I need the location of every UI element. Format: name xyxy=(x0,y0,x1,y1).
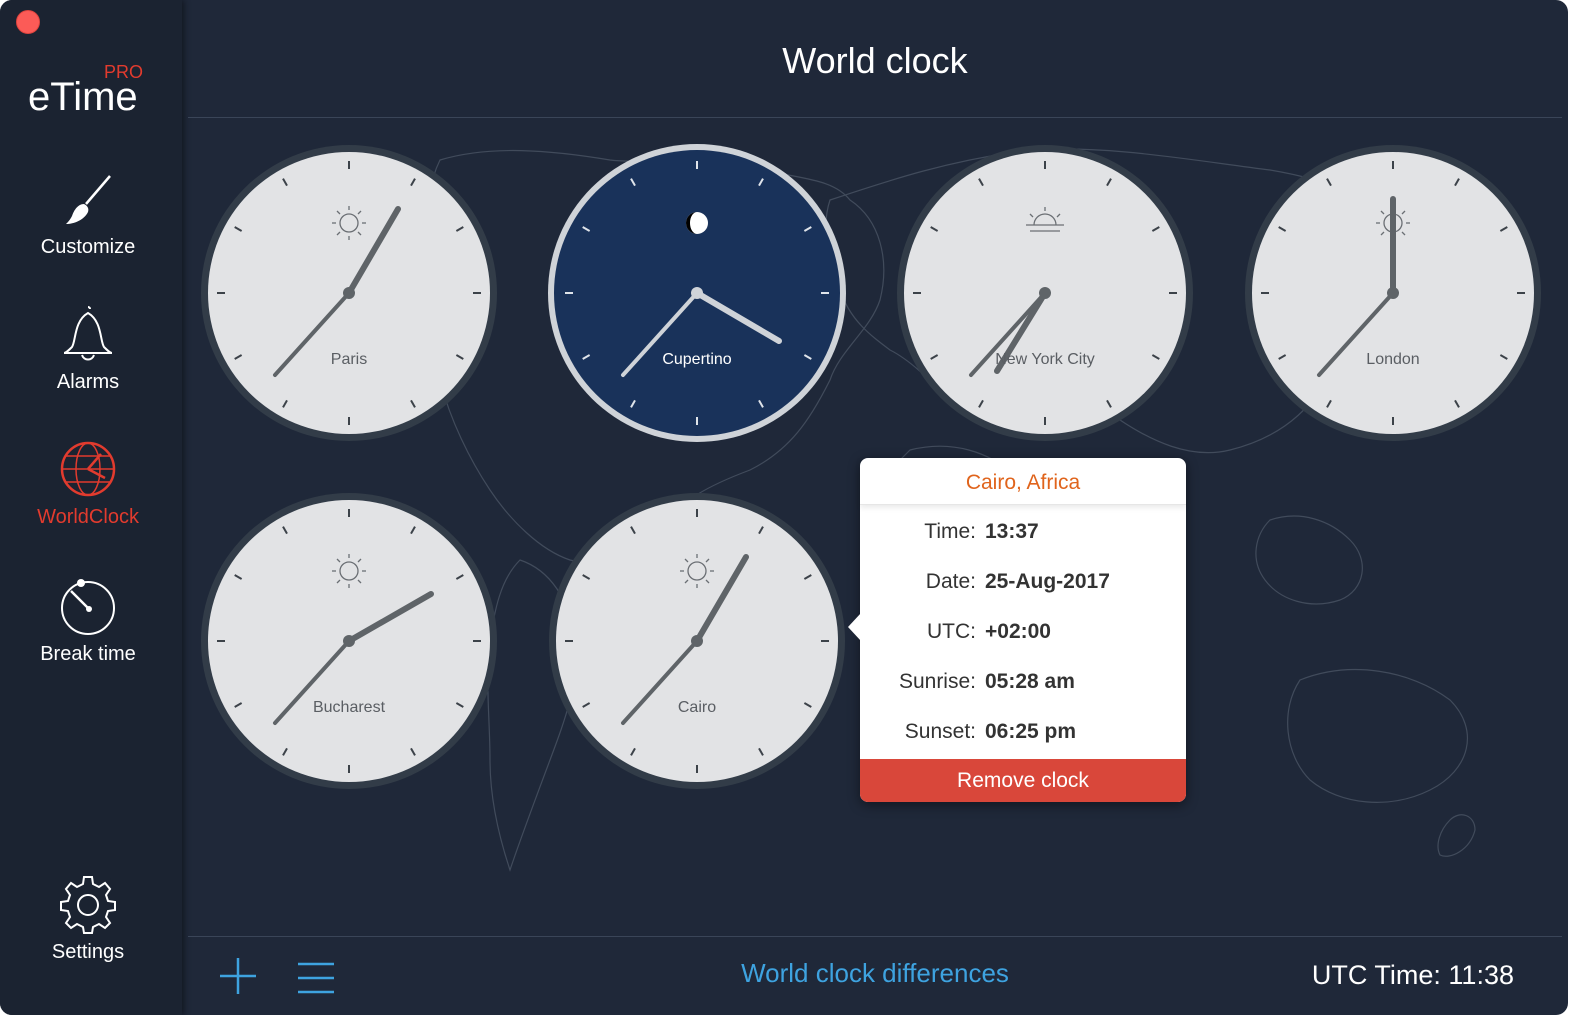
sidebar-item-label: Break time xyxy=(40,643,136,665)
popover-row-utc: UTC: +02:00 xyxy=(860,620,1186,650)
remove-clock-button[interactable]: Remove clock xyxy=(860,759,1186,802)
popover-value: 25-Aug-2017 xyxy=(985,570,1110,593)
popover-value: 05:28 am xyxy=(985,670,1075,693)
popover-key: Sunset: xyxy=(904,720,976,743)
popover-value: 13:37 xyxy=(985,520,1039,543)
clock-face xyxy=(897,145,1193,441)
sidebar-item-alarms[interactable]: Alarms xyxy=(0,303,176,394)
clock-face xyxy=(548,144,846,442)
sidebar-item-label: Settings xyxy=(51,941,125,963)
sidebar-item-label: Customize xyxy=(40,236,136,258)
clock-cupertino[interactable]: Cupertino xyxy=(547,143,847,443)
bell-icon xyxy=(63,306,113,361)
clock-info-popover: Cairo, Africa Time: 13:37 Date: 25-Aug-2… xyxy=(848,458,1186,802)
popover-row-date: Date: 25-Aug-2017 xyxy=(860,570,1186,600)
popover-row-sunset: Sunset: 06:25 pm xyxy=(860,720,1186,750)
clock-new-york-city[interactable]: New York City xyxy=(895,143,1195,443)
globe-clock-icon xyxy=(60,441,116,497)
sidebar: eTime PRO Customize Alarms WorldClock Br… xyxy=(0,0,182,1015)
window-close-button[interactable] xyxy=(16,10,40,34)
divider xyxy=(188,936,1562,937)
clock-city-label: Bucharest xyxy=(312,699,386,716)
clock-city-label: New York City xyxy=(995,351,1095,368)
sidebar-item-breaktime[interactable]: Break time xyxy=(0,575,176,666)
gear-icon xyxy=(60,876,116,934)
popover-key: Sunrise: xyxy=(898,670,976,693)
utc-time-readout: UTC Time: 11:38 xyxy=(1311,960,1514,990)
sidebar-item-label: WorldClock xyxy=(37,506,139,528)
clock-paris[interactable]: Paris xyxy=(199,143,499,443)
popover-row-sunrise: Sunrise: 05:28 am xyxy=(860,670,1186,700)
clock-cairo[interactable]: Cairo xyxy=(547,491,847,791)
clock-city-label: London xyxy=(1366,351,1420,368)
clock-face xyxy=(201,145,497,441)
sidebar-item-worldclock[interactable]: WorldClock xyxy=(0,438,176,529)
popover-key: Time: xyxy=(924,520,976,543)
clock-city-label: Cupertino xyxy=(662,351,732,368)
logo-badge: PRO xyxy=(104,62,143,82)
app-window: eTime PRO Customize Alarms WorldClock Br… xyxy=(0,0,1568,1015)
stopwatch-icon xyxy=(61,579,115,635)
app-logo: eTime PRO xyxy=(28,62,143,119)
popover-row-time: Time: 13:37 xyxy=(860,520,1186,550)
clock-face xyxy=(201,493,497,789)
popover-title: Cairo, Africa xyxy=(860,458,1186,505)
clock-city-label: Paris xyxy=(330,351,368,368)
brush-icon xyxy=(66,175,111,224)
sidebar-item-customize[interactable]: Customize xyxy=(0,170,176,259)
clock-city-label: Cairo xyxy=(677,699,717,716)
sidebar-item-label: Alarms xyxy=(56,371,120,393)
clock-bucharest[interactable]: Bucharest xyxy=(199,491,499,791)
clock-face xyxy=(1245,145,1541,441)
sidebar-item-settings[interactable]: Settings xyxy=(0,873,176,964)
bottom-toolbar: World clock differences UTC Time: 11:38 xyxy=(182,938,1568,1015)
popover-value: +02:00 xyxy=(985,620,1051,643)
clock-london[interactable]: London xyxy=(1243,143,1543,443)
popover-key: Date: xyxy=(925,570,976,593)
divider xyxy=(188,117,1562,118)
clock-face xyxy=(549,493,845,789)
page-title: World clock xyxy=(782,40,968,81)
popover-key: UTC: xyxy=(927,620,976,643)
popover-value: 06:25 pm xyxy=(985,720,1077,743)
moon-icon xyxy=(686,212,708,234)
